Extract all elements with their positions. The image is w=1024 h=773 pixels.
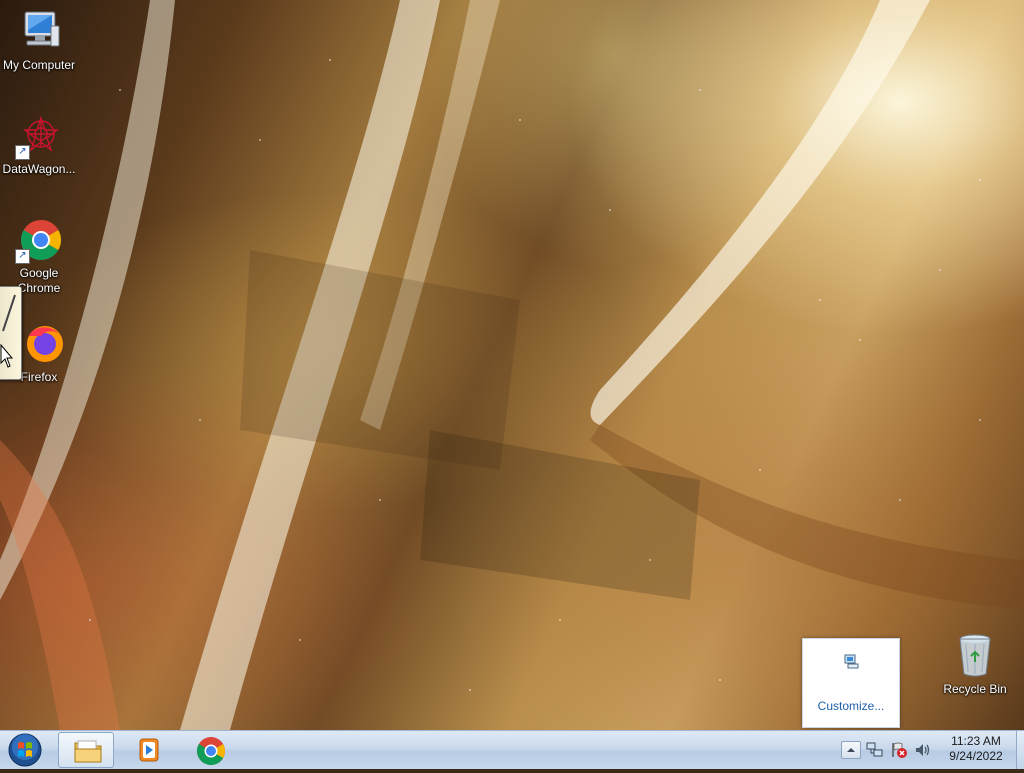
- pen-icon: [0, 294, 16, 368]
- show-hidden-icons-arrow-icon[interactable]: [841, 741, 861, 759]
- recycle-bin-icon: [951, 632, 999, 680]
- chrome-icon: [197, 737, 225, 765]
- system-clock[interactable]: 11:23 AM 9/24/2022: [940, 734, 1012, 764]
- start-button[interactable]: [4, 732, 46, 768]
- desktop-icon-label: Recycle Bin: [943, 682, 1007, 696]
- datawagon-icon: ↗: [15, 112, 63, 160]
- taskbar: 11:23 AM 9/24/2022: [0, 730, 1024, 769]
- media-player-icon: [139, 738, 159, 762]
- notification-area: 11:23 AM 9/24/2022: [838, 731, 1024, 769]
- shortcut-arrow-icon: ↗: [15, 249, 30, 264]
- volume-icon[interactable]: [914, 741, 932, 759]
- notification-overflow-popup: Customize...: [802, 638, 900, 728]
- sticky-note-gadget[interactable]: [0, 286, 22, 380]
- desktop-icon-label: My Computer: [2, 58, 76, 72]
- desktop-icon-label: DataWagon...: [2, 162, 76, 176]
- action-center-flag-icon[interactable]: [890, 741, 908, 759]
- taskbar-button-windows-explorer[interactable]: [58, 732, 114, 768]
- windows-start-icon: [8, 733, 42, 767]
- network-icon[interactable]: [866, 741, 884, 759]
- folder-icon: [74, 740, 102, 763]
- customize-link[interactable]: Customize...: [803, 699, 899, 713]
- clock-time: 11:23 AM: [951, 734, 1001, 748]
- desktop-icon-my-computer[interactable]: My Computer: [0, 8, 79, 73]
- computer-icon: [15, 8, 63, 56]
- taskbar-button-google-chrome[interactable]: [182, 732, 238, 768]
- desktop-icon-recycle-bin[interactable]: Recycle Bin: [935, 632, 1015, 697]
- desktop-icon-google-chrome[interactable]: ↗ Google Chrome: [0, 216, 79, 296]
- clock-date: 9/24/2022: [949, 749, 1003, 763]
- taskbar-button-windows-media-player[interactable]: [120, 732, 176, 768]
- desktop-icon-datawagon[interactable]: ↗ DataWagon...: [0, 112, 79, 177]
- desktop-wallpaper: [0, 0, 1024, 730]
- firefox-icon: [15, 320, 63, 368]
- chrome-icon: ↗: [15, 216, 63, 264]
- show-desktop-button[interactable]: [1016, 731, 1024, 769]
- network-tray-icon[interactable]: [843, 653, 859, 669]
- shortcut-arrow-icon: ↗: [15, 145, 30, 160]
